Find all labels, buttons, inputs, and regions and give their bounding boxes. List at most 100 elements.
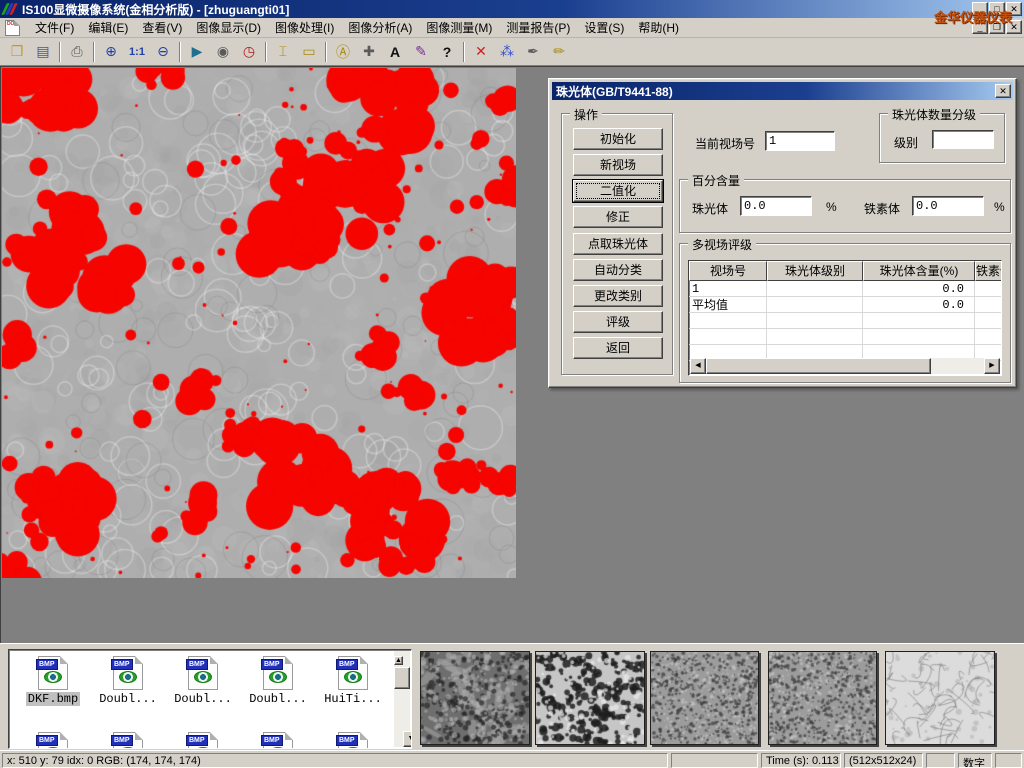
pearlite-percent-input[interactable]	[740, 196, 812, 216]
file-name[interactable]: Doubl...	[247, 692, 309, 706]
measure-label-icon[interactable]: Ⓐ	[331, 40, 355, 63]
file-item[interactable]: BMP	[317, 732, 389, 749]
menu-settings[interactable]: 设置(S)	[577, 17, 631, 38]
eye-icon	[194, 671, 212, 683]
file-item[interactable]: BMP DKF.bmp	[17, 656, 89, 706]
level-input[interactable]	[932, 130, 994, 149]
menu-edit[interactable]: 编辑(E)	[81, 17, 135, 38]
menu-help[interactable]: 帮助(H)	[631, 17, 686, 38]
zoom-in-icon[interactable]: ⊕	[99, 40, 123, 63]
menu-image-analysis[interactable]: 图像分析(A)	[341, 17, 419, 38]
menu-file[interactable]: 文件(F)	[28, 17, 81, 38]
cursor-position-status: x: 510 y: 79 idx: 0 RGB: (174, 174, 174)	[2, 753, 668, 768]
zoom-out-icon[interactable]: ⊖	[151, 40, 175, 63]
maximize-button[interactable]: □	[989, 2, 1005, 16]
ruler-measure-icon[interactable]: ▭	[297, 40, 321, 63]
binarize-button[interactable]: 二值化	[573, 180, 663, 202]
file-item[interactable]: BMP Doubl...	[167, 656, 239, 706]
new-field-button[interactable]: 新视场	[573, 154, 663, 176]
scroll-left-icon[interactable]: ◀	[690, 358, 706, 374]
edit-annotate-icon[interactable]: ✎	[409, 40, 433, 63]
file-item[interactable]: BMP HuiTi...	[317, 656, 389, 706]
thumbnail-image[interactable]	[768, 651, 877, 745]
file-v-scrollbar[interactable]: ▲ ▼	[394, 651, 410, 747]
cell-ferrite	[975, 281, 1002, 296]
init-button[interactable]: 初始化	[573, 128, 663, 150]
change-class-button[interactable]: 更改类别	[573, 285, 663, 307]
col-ferrite-content: 铁素体含量(%)	[975, 261, 1002, 281]
scroll-thumb[interactable]	[706, 358, 931, 374]
open-file-icon[interactable]: ❒	[5, 40, 29, 63]
current-field-input[interactable]	[765, 131, 835, 151]
menu-image-process[interactable]: 图像处理(I)	[268, 17, 341, 38]
scroll-down-icon[interactable]: ▼	[403, 731, 412, 747]
stamp-icon[interactable]: ✚	[357, 40, 381, 63]
scroll-up-icon[interactable]: ▲	[394, 656, 403, 665]
ferrite-percent-sign: %	[994, 200, 1005, 214]
grade-button[interactable]: 评级	[573, 311, 663, 333]
thumbnail-image[interactable]	[885, 651, 995, 745]
file-panel: BMP DKF.bmp BMP Doubl... BMP Doubl... BM…	[0, 643, 1024, 750]
document-icon: DOC	[5, 20, 20, 36]
camera-capture-icon[interactable]: ◉	[211, 40, 235, 63]
menu-view[interactable]: 查看(V)	[135, 17, 189, 38]
app-logo-icon	[2, 2, 18, 16]
print-icon[interactable]: ⎙	[65, 40, 89, 63]
mdi-restore-button[interactable]: ❐	[989, 20, 1005, 34]
scroll-thumb[interactable]	[394, 667, 410, 689]
bmp-file-icon: BMP	[188, 656, 218, 690]
menu-image-measure[interactable]: 图像测量(M)	[419, 17, 499, 38]
file-item[interactable]: BMP	[242, 732, 314, 749]
minimize-button[interactable]: _	[972, 2, 988, 16]
scroll-right-icon[interactable]: ▶	[984, 358, 1000, 374]
thumbnail-image[interactable]	[535, 651, 645, 745]
file-name[interactable]: DKF.bmp	[26, 692, 80, 706]
file-item[interactable]: BMP Doubl...	[242, 656, 314, 706]
dialog-title-bar[interactable]: 珠光体(GB/T9441-88) ✕	[552, 82, 1013, 100]
help-icon[interactable]: ?	[435, 40, 459, 63]
menu-image-display[interactable]: 图像显示(D)	[189, 17, 268, 38]
text-annotate-icon[interactable]: A	[383, 40, 407, 63]
rating-table[interactable]: 视场号 珠光体级别 珠光体含量(%) 铁素体含量(%) 1 0.0 平均值 0.…	[688, 260, 1002, 376]
table-row-empty	[689, 329, 1001, 345]
classify-colors-icon[interactable]: ⁂	[495, 40, 519, 63]
file-listbox[interactable]: BMP DKF.bmp BMP Doubl... BMP Doubl... BM…	[8, 649, 412, 749]
ferrite-percent-input[interactable]	[912, 196, 984, 216]
thumbnail-image[interactable]	[420, 651, 530, 745]
brush-tool-icon[interactable]: ✏	[547, 40, 571, 63]
auto-classify-button[interactable]: 自动分类	[573, 259, 663, 281]
ferrite-label: 铁素体	[864, 200, 900, 217]
file-item[interactable]: BMP	[167, 732, 239, 749]
correct-button[interactable]: 修正	[573, 206, 663, 228]
return-button[interactable]: 返回	[573, 337, 663, 359]
table-row[interactable]: 平均值 0.0	[689, 297, 1001, 313]
pen-tool-icon[interactable]: ✒	[521, 40, 545, 63]
file-name[interactable]: Doubl...	[97, 692, 159, 706]
pick-pearlite-button[interactable]: 点取珠光体	[573, 233, 663, 255]
menu-measure-report[interactable]: 测量报告(P)	[499, 17, 577, 38]
operation-group-label: 操作	[570, 106, 602, 123]
mdi-minimize-button[interactable]: _	[972, 20, 988, 34]
thumbnail-image[interactable]	[650, 651, 759, 745]
bmp-file-icon: BMP	[338, 656, 368, 690]
mdi-close-button[interactable]: ✕	[1006, 20, 1022, 34]
save-file-icon[interactable]: ▤	[31, 40, 55, 63]
close-button[interactable]: ✕	[1006, 2, 1022, 16]
dialog-close-button[interactable]: ✕	[995, 84, 1011, 98]
curve-tool-icon[interactable]: ✕	[469, 40, 493, 63]
cell-ferrite	[975, 297, 1002, 312]
file-item[interactable]: BMP	[17, 732, 89, 749]
level-label: 级别	[894, 134, 918, 151]
file-item[interactable]: BMP	[92, 732, 164, 749]
file-item[interactable]: BMP Doubl...	[92, 656, 164, 706]
video-capture-icon[interactable]: ▶	[185, 40, 209, 63]
file-name[interactable]: Doubl...	[172, 692, 234, 706]
file-name[interactable]: HuiTi...	[322, 692, 384, 706]
eye-icon	[269, 671, 287, 683]
table-row[interactable]: 1 0.0	[689, 281, 1001, 297]
micrograph-image[interactable]	[2, 68, 516, 578]
table-h-scrollbar[interactable]: ◀ ▶	[690, 358, 1000, 374]
timer-icon[interactable]: ◷	[237, 40, 261, 63]
actual-size-icon[interactable]: 1:1	[125, 40, 149, 63]
caliper-measure-icon[interactable]: ⌶	[271, 40, 295, 63]
